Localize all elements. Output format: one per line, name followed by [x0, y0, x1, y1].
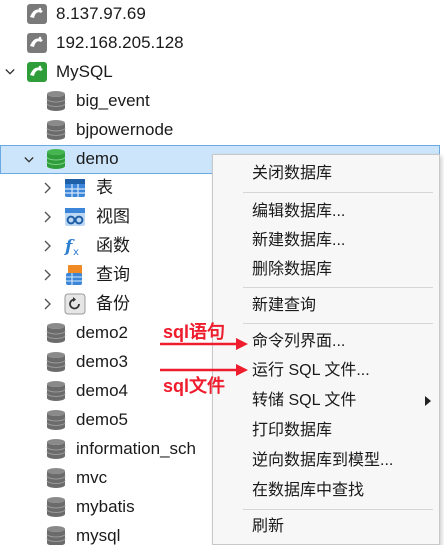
database-label: information_sch	[76, 439, 197, 458]
menu-item-refresh[interactable]: 刷新	[213, 514, 439, 540]
database-item-big-event[interactable]: big_event	[0, 87, 440, 115]
tree-node-label: 表	[96, 178, 113, 197]
tree-node-functions[interactable]: fx 函数	[0, 232, 212, 260]
table-icon	[64, 177, 86, 199]
tree-node-views[interactable]: 视图	[0, 203, 212, 231]
menu-separator	[243, 323, 433, 324]
database-label: bjpowernode	[76, 120, 174, 139]
menu-item-find-in-database[interactable]: 在数据库中查找	[213, 478, 439, 504]
tree-node-label: 备份	[96, 294, 130, 313]
database-label: mybatis	[76, 497, 135, 516]
database-icon	[45, 496, 67, 518]
database-label: mysql	[76, 526, 121, 545]
database-label: demo3	[76, 352, 128, 371]
connection-label: 192.168.205.128	[56, 33, 184, 52]
tree-node-queries[interactable]: 查询	[0, 261, 212, 289]
chevron-right-icon[interactable]	[43, 182, 53, 194]
database-icon	[45, 119, 67, 141]
database-item-mysql[interactable]: mysql	[0, 522, 212, 545]
menu-item-new-query[interactable]: 新建查询	[213, 293, 439, 319]
menu-item-delete-database[interactable]: 删除数据库	[213, 257, 439, 283]
chevron-down-icon[interactable]	[5, 67, 15, 77]
chevron-down-icon[interactable]	[24, 155, 34, 165]
tree-node-label: 视图	[96, 207, 130, 226]
database-label: demo	[76, 149, 119, 168]
mysql-connection-icon	[26, 32, 48, 54]
database-item-bjpowernode[interactable]: bjpowernode	[0, 116, 440, 144]
menu-item-close-database[interactable]: 关闭数据库	[213, 161, 439, 187]
view-icon	[64, 206, 86, 228]
chevron-right-icon[interactable]	[43, 211, 53, 223]
tree-node-label: 查询	[96, 265, 130, 284]
annotation-arrow-icon	[160, 364, 248, 376]
function-icon: fx	[64, 235, 86, 257]
connection-item-1[interactable]: 8.137.97.69	[0, 0, 440, 28]
database-label: demo2	[76, 323, 128, 342]
database-item-demo5[interactable]: demo5	[0, 406, 212, 434]
database-icon	[45, 351, 67, 373]
chevron-right-icon[interactable]	[43, 269, 53, 281]
database-label: demo5	[76, 410, 128, 429]
database-label: demo4	[76, 381, 128, 400]
connection-item-2[interactable]: 192.168.205.128	[0, 29, 440, 57]
svg-text:x: x	[73, 247, 79, 257]
chevron-right-icon[interactable]	[43, 298, 53, 310]
database-item-mybatis[interactable]: mybatis	[0, 493, 212, 521]
database-icon	[45, 525, 67, 545]
mysql-connection-icon-active	[26, 61, 48, 83]
menu-separator	[243, 509, 433, 510]
tree-node-label: 函数	[96, 236, 130, 255]
menu-item-dump-sql-file[interactable]: 转储 SQL 文件	[213, 388, 439, 414]
database-item-information-schema[interactable]: information_sch	[0, 435, 212, 463]
database-label: big_event	[76, 91, 150, 110]
submenu-arrow-icon	[425, 396, 431, 406]
menu-separator	[243, 192, 433, 193]
chevron-right-icon[interactable]	[43, 240, 53, 252]
database-icon	[45, 438, 67, 460]
database-icon	[45, 380, 67, 402]
database-icon	[45, 467, 67, 489]
menu-item-print-database[interactable]: 打印数据库	[213, 418, 439, 444]
menu-item-label: 转储 SQL 文件	[252, 392, 357, 409]
connection-label: MySQL	[56, 62, 113, 81]
query-icon	[64, 264, 86, 286]
database-label: mvc	[76, 468, 108, 487]
connection-item-mysql[interactable]: MySQL	[0, 58, 440, 86]
mysql-connection-icon	[26, 3, 48, 25]
database-icon	[45, 322, 67, 344]
menu-item-new-database[interactable]: 新建数据库...	[213, 228, 439, 254]
tree-node-tables[interactable]: 表	[0, 174, 212, 202]
menu-item-edit-database[interactable]: 编辑数据库...	[213, 199, 439, 225]
tree-node-backups[interactable]: 备份	[0, 290, 212, 318]
annotation-arrow-icon	[160, 338, 248, 350]
database-icon	[45, 409, 67, 431]
database-icon-open	[45, 148, 67, 170]
database-icon	[45, 90, 67, 112]
database-item-mvc[interactable]: mvc	[0, 464, 212, 492]
menu-separator	[243, 287, 433, 288]
menu-item-reverse-to-model[interactable]: 逆向数据库到模型...	[213, 448, 439, 474]
backup-icon	[64, 293, 86, 315]
connection-label: 8.137.97.69	[56, 4, 146, 23]
